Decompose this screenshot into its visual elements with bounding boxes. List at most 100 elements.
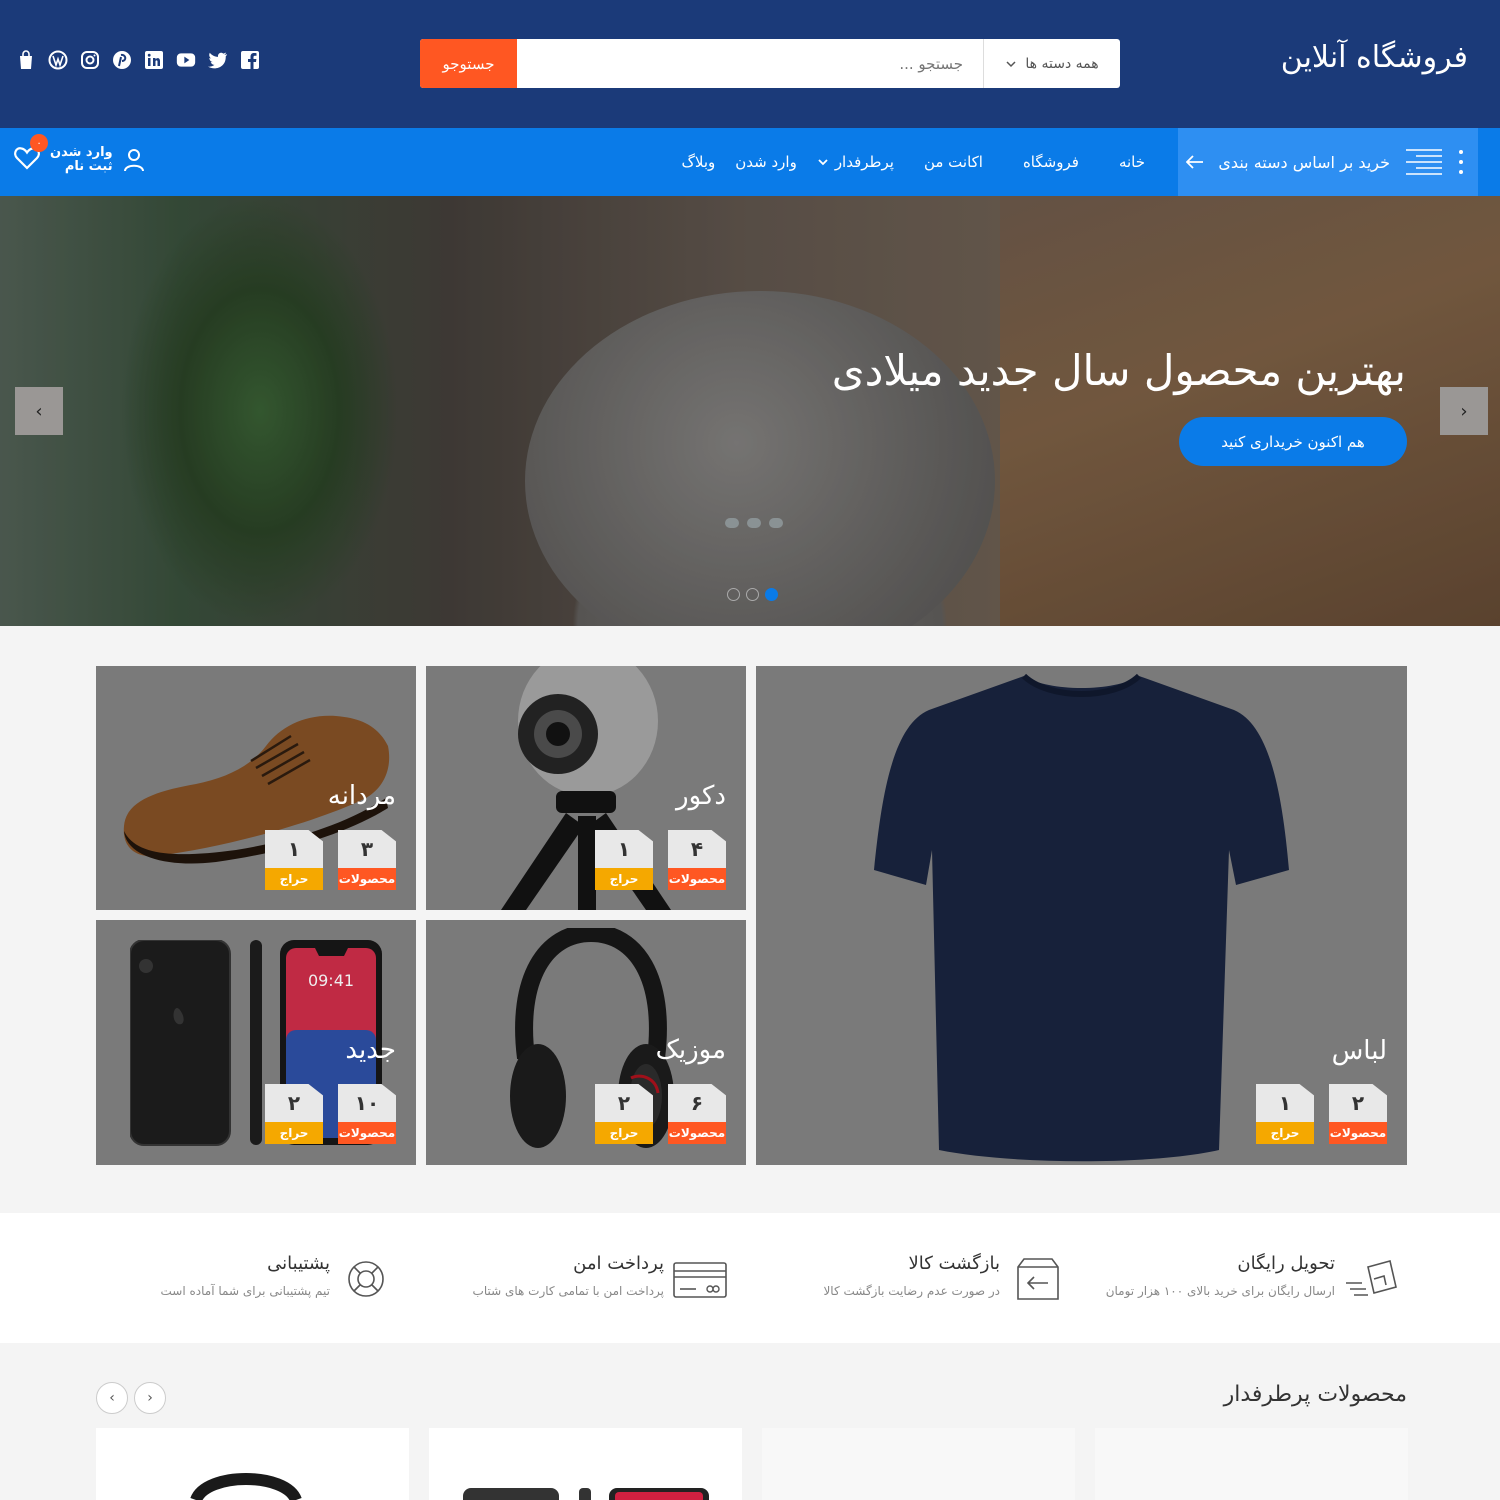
feature-returns: بازگشت کالا در صورت عدم رضایت بازگشت کال… [823, 1253, 1000, 1298]
shop-now-button[interactable]: هم اکنون خریداری کنید [1179, 417, 1407, 466]
sale-count: ۱ [1256, 1084, 1314, 1122]
chevron-left-icon: ‹ [35, 400, 43, 422]
facebook-icon[interactable] [240, 50, 260, 70]
category-select[interactable]: همه دسته ها [983, 39, 1120, 88]
main-nav: خرید بر اساس دسته بندی خانه فروشگاه اکان… [0, 128, 1500, 196]
feature-desc: پرداخت امن با تمامی کارت های شتاب [472, 1284, 664, 1298]
nav-link-popular[interactable]: پرطرفدار [817, 153, 894, 171]
category-tile-men[interactable]: مردانه ۳ محصولات ۱ حراج [96, 666, 416, 910]
features-strip: تحویل رایگان ارسال رایگان برای خرید بالا… [0, 1213, 1500, 1343]
social-links [16, 50, 260, 70]
register-link[interactable]: ثبت نام [50, 160, 113, 174]
products-count: ۱۰ [338, 1084, 396, 1122]
category-name: لباس [1331, 1036, 1387, 1066]
top-header: فروشگاه آنلاین جستوجو همه دسته ها [0, 0, 1500, 128]
chevron-left-icon: ‹ [109, 1390, 115, 1406]
category-products-stat: ۶ محصولات [668, 1084, 726, 1144]
hero-slider: بهترین محصول سال جدید میلادی هم اکنون خر… [0, 196, 1500, 626]
more-vertical-icon[interactable] [1458, 148, 1464, 176]
chevron-right-icon: › [1460, 400, 1468, 422]
product-card[interactable] [96, 1428, 409, 1500]
site-logo[interactable]: فروشگاه آنلاین [1281, 40, 1468, 75]
product-card[interactable] [429, 1428, 742, 1500]
slide-dot[interactable] [746, 588, 759, 601]
login-link[interactable]: وارد شدن [50, 146, 113, 160]
account-links[interactable]: وارد شدن ثبت نام [50, 146, 113, 174]
credit-card-icon [673, 1262, 727, 1298]
popular-next-button[interactable]: › [134, 1382, 166, 1414]
category-select-label: همه دسته ها [1025, 55, 1099, 72]
products-count: ۶ [668, 1084, 726, 1122]
return-box-icon [1017, 1258, 1059, 1300]
product-card[interactable] [762, 1428, 1075, 1500]
category-tile-new[interactable]: 09:41 جدید ۱۰ محصولات ۲ حراج [96, 920, 416, 1165]
feature-secure-payment: پرداخت امن پرداخت امن با تمامی کارت های … [473, 1253, 664, 1298]
pinterest-icon[interactable] [112, 50, 132, 70]
category-tile-music[interactable]: موزیک ۶ محصولات ۲ حراج [426, 920, 746, 1165]
nav-link-my-account[interactable]: اکانت من [924, 153, 983, 171]
account-area: ۰ وارد شدن ثبت نام [14, 134, 145, 174]
category-sale-stat: ۲ حراج [595, 1084, 653, 1144]
shop-by-category-button[interactable]: خرید بر اساس دسته بندی [1178, 128, 1478, 196]
linkedin-icon[interactable] [144, 50, 164, 70]
tshirt-image [874, 673, 1289, 1162]
chevron-down-icon [1006, 60, 1016, 67]
wordpress-icon[interactable] [48, 50, 68, 70]
product-card[interactable] [1095, 1428, 1408, 1500]
nav-link-popular-label: پرطرفدار [834, 153, 894, 171]
category-name: جدید [345, 1035, 396, 1065]
category-tile-clothing[interactable]: لباس ۲ محصولات ۱ حراج [756, 666, 1407, 1165]
category-name: مردانه [327, 781, 396, 811]
products-label: محصولات [338, 868, 396, 890]
products-label: محصولات [1329, 1122, 1387, 1144]
category-sale-stat: ۲ حراج [265, 1084, 323, 1144]
sale-label: حراج [265, 1122, 323, 1144]
feature-title: تحویل رایگان [1237, 1253, 1335, 1274]
shop-by-category-label: خرید بر اساس دسته بندی [1218, 152, 1390, 172]
nav-links: خانه فروشگاه اکانت من پرطرفدار وارد شدن … [681, 128, 1145, 196]
feature-title: پشتیبانی [267, 1253, 330, 1274]
slide-dot[interactable] [727, 588, 740, 601]
feature-title: پرداخت امن [573, 1253, 664, 1274]
category-name: موزیک [655, 1035, 726, 1065]
menu-lines-icon [1406, 149, 1442, 175]
feature-desc: تیم پشتیبانی برای شما آماده است [160, 1284, 330, 1298]
twitter-icon[interactable] [208, 50, 228, 70]
instagram-icon[interactable] [80, 50, 100, 70]
category-tile-decor[interactable]: دکور ۴ محصولات ۱ حراج [426, 666, 746, 910]
sale-label: حراج [595, 1122, 653, 1144]
products-count: ۴ [668, 830, 726, 868]
category-name: دکور [676, 781, 726, 811]
sale-label: حراج [265, 868, 323, 890]
shopping-bag-icon[interactable] [16, 50, 36, 70]
category-products-stat: ۴ محصولات [668, 830, 726, 890]
category-products-stat: ۱۰ محصولات [338, 1084, 396, 1144]
search-button[interactable]: جستوجو [420, 39, 517, 88]
watch-image [190, 1473, 302, 1500]
arrow-left-icon [1186, 155, 1204, 169]
sale-count: ۲ [265, 1084, 323, 1122]
feature-desc: ارسال رایگان برای خرید بالای ۱۰۰ هزار تو… [1105, 1284, 1335, 1298]
wishlist-count-badge: ۰ [30, 134, 48, 152]
popular-prev-button[interactable]: ‹ [96, 1382, 128, 1414]
youtube-icon[interactable] [176, 50, 196, 70]
search-bar: جستوجو همه دسته ها [420, 39, 1120, 88]
hero-pagination [727, 588, 778, 601]
hero-prev-button[interactable]: ‹ [15, 387, 63, 435]
nav-link-shop[interactable]: فروشگاه [1023, 153, 1079, 171]
nav-link-home[interactable]: خانه [1119, 153, 1145, 171]
nav-link-login[interactable]: وارد شدن [735, 153, 797, 171]
lifebuoy-icon [348, 1261, 384, 1297]
search-input[interactable] [517, 39, 983, 88]
nav-link-blog[interactable]: وبلاگ [681, 153, 715, 171]
feature-support: پشتیبانی تیم پشتیبانی برای شما آماده است [161, 1253, 330, 1298]
slide-dot-active[interactable] [765, 588, 778, 601]
chevron-right-icon: › [147, 1390, 153, 1406]
category-products-stat: ۲ محصولات [1329, 1084, 1387, 1144]
hero-next-button[interactable]: › [1440, 387, 1488, 435]
category-sale-stat: ۱ حراج [265, 830, 323, 890]
wishlist-button[interactable]: ۰ [14, 134, 48, 174]
popular-products-title: محصولات پرطرفدار [1223, 1382, 1407, 1407]
hero-overlay [0, 196, 1500, 626]
products-count: ۳ [338, 830, 396, 868]
